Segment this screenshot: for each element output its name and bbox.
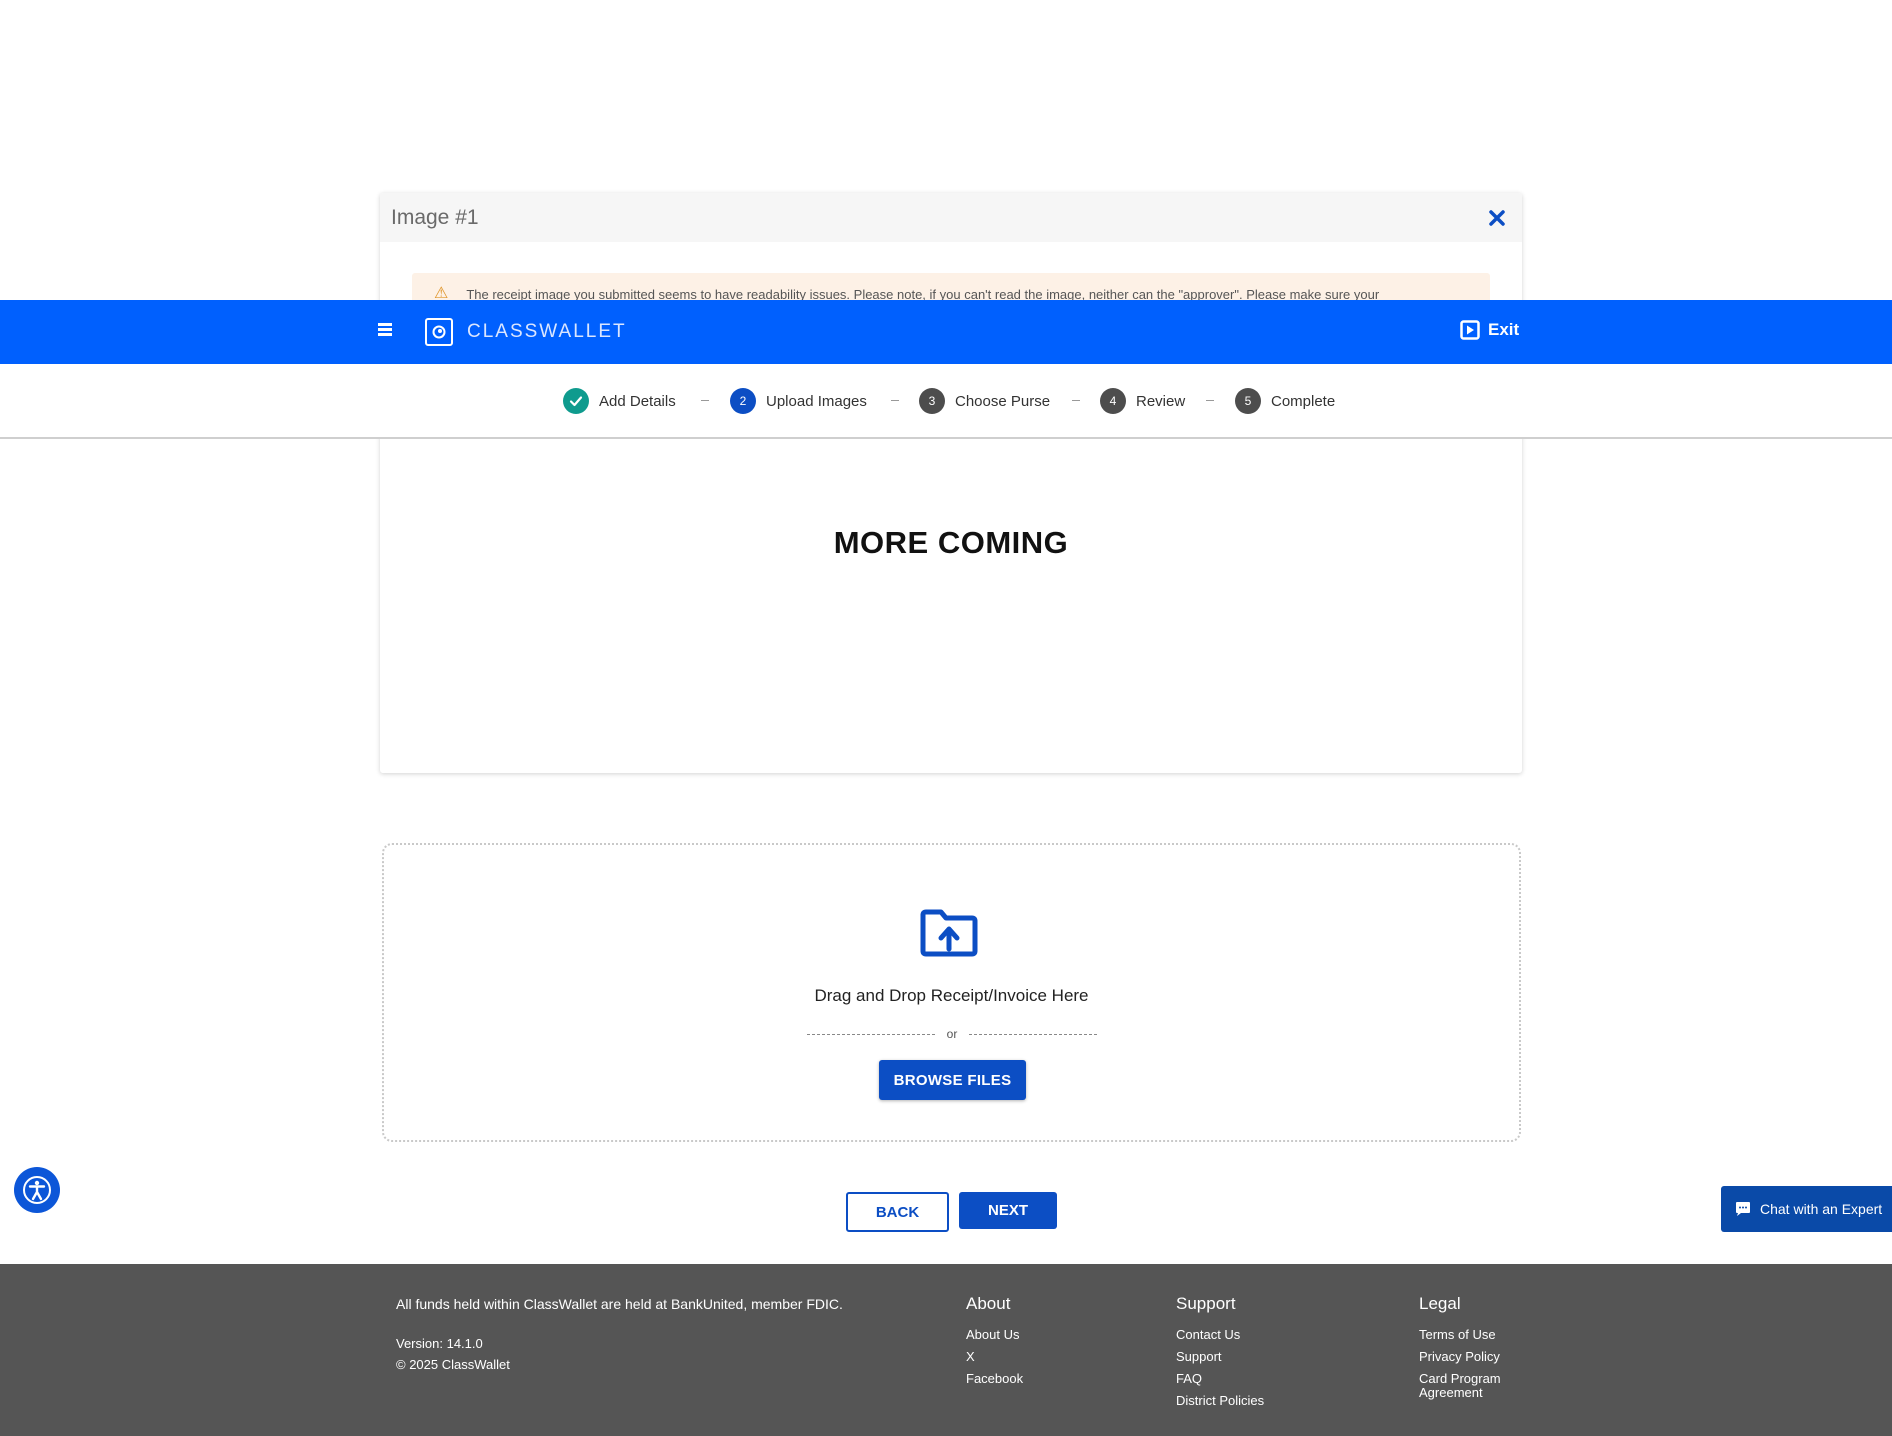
fdic-notice: All funds held within ClassWallet are he… bbox=[396, 1296, 843, 1312]
footer-link-about-us[interactable]: About Us bbox=[966, 1328, 1023, 1342]
chat-label: Chat with an Expert bbox=[1760, 1201, 1883, 1217]
step-separator bbox=[1072, 400, 1080, 401]
image-card: Image #1 ⚠ The receipt image you submitt… bbox=[380, 193, 1522, 773]
exit-button[interactable]: Exit bbox=[1460, 320, 1519, 340]
divider-line bbox=[807, 1033, 935, 1035]
footer-link-privacy[interactable]: Privacy Policy bbox=[1419, 1350, 1529, 1364]
footer-legal-column: Legal Terms of Use Privacy Policy Card P… bbox=[1419, 1294, 1529, 1408]
footer-link-faq[interactable]: FAQ bbox=[1176, 1372, 1264, 1386]
file-dropzone[interactable]: Drag and Drop Receipt/Invoice Here or BR… bbox=[382, 843, 1521, 1142]
back-button[interactable]: BACK bbox=[846, 1192, 949, 1232]
footer-link-facebook[interactable]: Facebook bbox=[966, 1372, 1023, 1386]
step-separator bbox=[701, 400, 709, 401]
hamburger-icon[interactable] bbox=[378, 321, 398, 341]
step-upload-images: 2 Upload Images bbox=[730, 388, 867, 414]
exit-icon bbox=[1460, 320, 1480, 340]
check-icon bbox=[563, 388, 589, 414]
dropzone-text: Drag and Drop Receipt/Invoice Here bbox=[814, 986, 1089, 1005]
accessibility-icon[interactable] bbox=[14, 1167, 60, 1213]
classwallet-logo-icon bbox=[425, 318, 453, 346]
step-number: 4 bbox=[1100, 388, 1126, 414]
close-icon[interactable] bbox=[1482, 203, 1512, 233]
page: Image #1 ⚠ The receipt image you submitt… bbox=[0, 0, 1892, 1436]
footer-legal-title: Legal bbox=[1419, 1294, 1461, 1313]
step-label: Review bbox=[1136, 392, 1186, 410]
step-number: 2 bbox=[730, 388, 756, 414]
footer-support-title: Support bbox=[1176, 1294, 1236, 1313]
step-number: 3 bbox=[919, 388, 945, 414]
classwallet-logo[interactable]: CLASSWALLET bbox=[425, 318, 627, 346]
or-divider: or bbox=[807, 1027, 1097, 1041]
footer-about-title: About bbox=[966, 1294, 1011, 1313]
browse-files-button[interactable]: BROWSE FILES bbox=[879, 1060, 1026, 1100]
footer-link-x[interactable]: X bbox=[966, 1350, 1023, 1364]
step-add-details: Add Details bbox=[563, 388, 676, 414]
copyright-text: © 2025 ClassWallet bbox=[396, 1357, 510, 1372]
step-label: Choose Purse bbox=[955, 392, 1051, 410]
divider-line bbox=[968, 1033, 1097, 1035]
or-text: or bbox=[946, 1027, 958, 1041]
folder-upload-icon bbox=[920, 909, 978, 957]
step-label: Upload Images bbox=[766, 392, 867, 410]
version-text: Version: 14.1.0 bbox=[396, 1336, 483, 1351]
receipt-image-content: MORE COMING bbox=[833, 525, 1069, 560]
step-label: Add Details bbox=[599, 392, 676, 410]
chat-icon bbox=[1736, 1202, 1750, 1216]
step-choose-purse: 3 Choose Purse bbox=[919, 388, 1050, 414]
step-label: Complete bbox=[1271, 392, 1336, 410]
progress-stepper: Add Details 2 Upload Images 3 Choose Pur… bbox=[0, 364, 1892, 439]
step-number: 5 bbox=[1235, 388, 1261, 414]
footer-link-support[interactable]: Support bbox=[1176, 1350, 1264, 1364]
footer-about-column: About About Us X Facebook bbox=[966, 1294, 1023, 1394]
step-separator bbox=[1206, 400, 1214, 401]
step-separator bbox=[891, 400, 899, 401]
chat-with-expert-button[interactable]: Chat with an Expert bbox=[1721, 1186, 1892, 1232]
step-complete: 5 Complete bbox=[1235, 388, 1335, 414]
warning-icon: ⚠ bbox=[434, 285, 449, 302]
footer-link-contact-us[interactable]: Contact Us bbox=[1176, 1328, 1264, 1342]
footer-link-district-policies[interactable]: District Policies bbox=[1176, 1394, 1264, 1408]
image-card-title: Image #1 bbox=[391, 205, 479, 229]
top-header: CLASSWALLET Exit bbox=[0, 300, 1892, 364]
step-review: 4 Review bbox=[1100, 388, 1185, 414]
footer-link-card-agreement[interactable]: Card Program Agreement bbox=[1419, 1372, 1529, 1400]
footer-link-terms[interactable]: Terms of Use bbox=[1419, 1328, 1529, 1342]
exit-label: Exit bbox=[1488, 320, 1520, 339]
footer: All funds held within ClassWallet are he… bbox=[0, 1264, 1892, 1436]
image-card-header: Image #1 bbox=[380, 193, 1522, 242]
next-button[interactable]: NEXT bbox=[959, 1192, 1057, 1229]
footer-support-column: Support Contact Us Support FAQ District … bbox=[1176, 1294, 1264, 1416]
logo-text: CLASSWALLET bbox=[467, 321, 627, 342]
